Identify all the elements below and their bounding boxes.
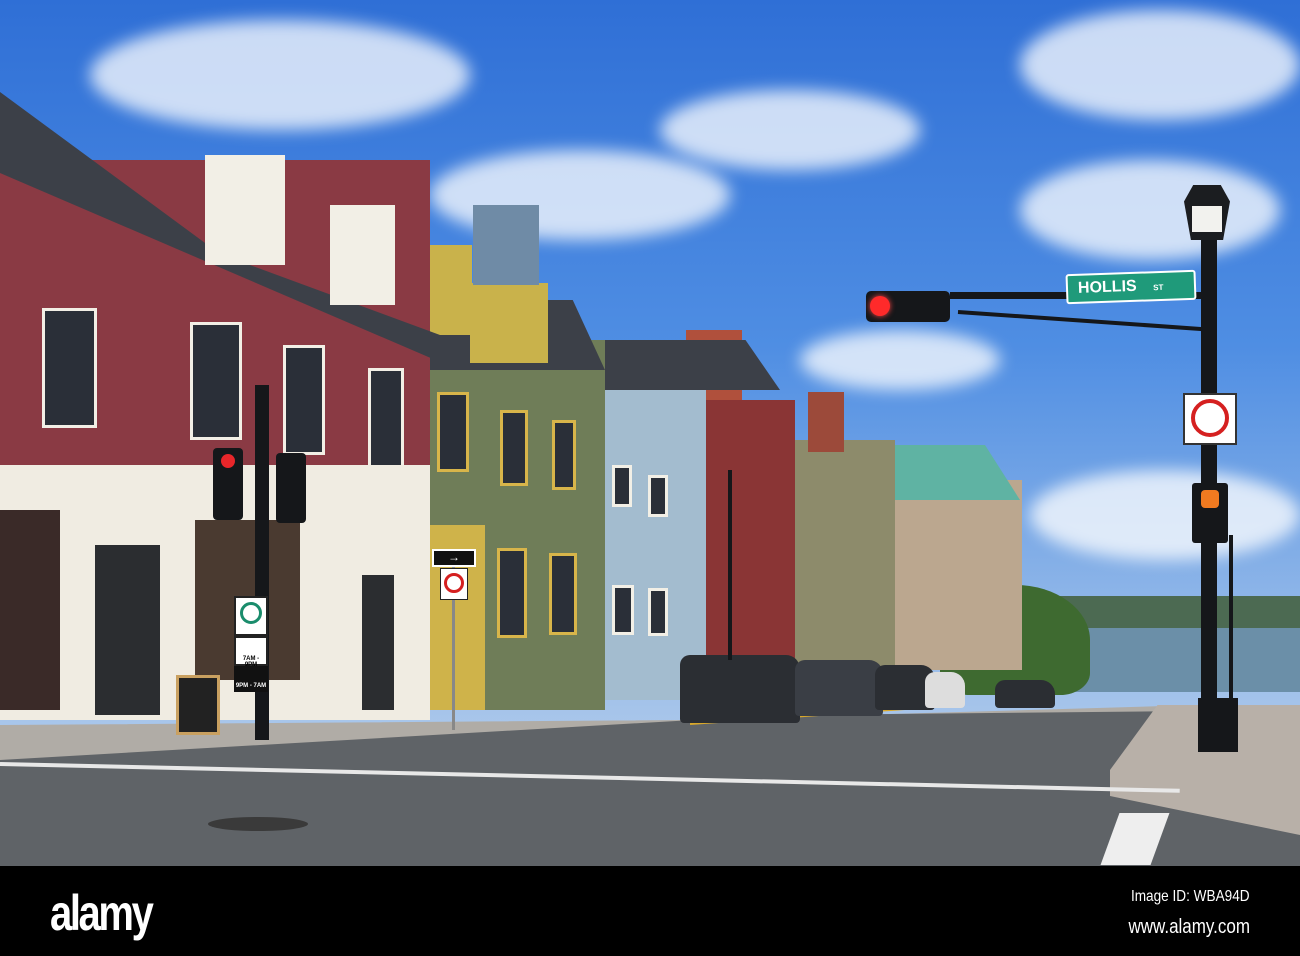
one-way-sign: 9PM - 7AM xyxy=(234,666,268,692)
dormer xyxy=(330,205,395,305)
parked-car xyxy=(680,655,800,723)
yellow-dormer xyxy=(470,283,548,363)
one-way-arrow-sign: → xyxy=(432,549,476,567)
pole-base xyxy=(1198,698,1238,752)
parked-car xyxy=(995,680,1055,708)
street-photo: 7AM - 9PM 9PM - 7AM → HOLLIS ST xyxy=(0,0,1300,866)
dormer xyxy=(205,155,285,265)
watermark-bar: alamy Image ID: WBA94D www.alamy.com xyxy=(0,866,1300,956)
chimney xyxy=(473,205,539,285)
traffic-light xyxy=(276,453,306,523)
sandwich-board xyxy=(176,675,220,735)
parked-car xyxy=(795,660,883,716)
maroon-house xyxy=(700,400,795,690)
condo-building xyxy=(880,480,1022,670)
manhole xyxy=(208,817,308,831)
image-id: Image ID: WBA94D xyxy=(1131,888,1250,905)
parked-car xyxy=(925,672,965,708)
shop-door xyxy=(95,545,160,715)
lamp-post xyxy=(728,470,732,660)
alamy-logo: alamy xyxy=(50,885,154,941)
street-suffix: ST xyxy=(1153,282,1164,293)
lane-sign-times-2: 9PM - 7AM xyxy=(235,683,267,689)
lane-sign: 7AM - 9PM xyxy=(234,636,268,668)
site-url: www.alamy.com xyxy=(1128,916,1250,938)
hollis-street-sign: HOLLIS ST xyxy=(1065,269,1197,305)
street-name: HOLLIS xyxy=(1077,277,1137,297)
blue-house xyxy=(596,360,706,700)
dont-walk-hand-icon xyxy=(1201,490,1219,508)
beige-house xyxy=(790,440,895,670)
signal-arm-brace xyxy=(957,310,1203,332)
front-door xyxy=(362,575,394,710)
chimney xyxy=(808,392,844,452)
lamp-post xyxy=(1229,535,1233,700)
